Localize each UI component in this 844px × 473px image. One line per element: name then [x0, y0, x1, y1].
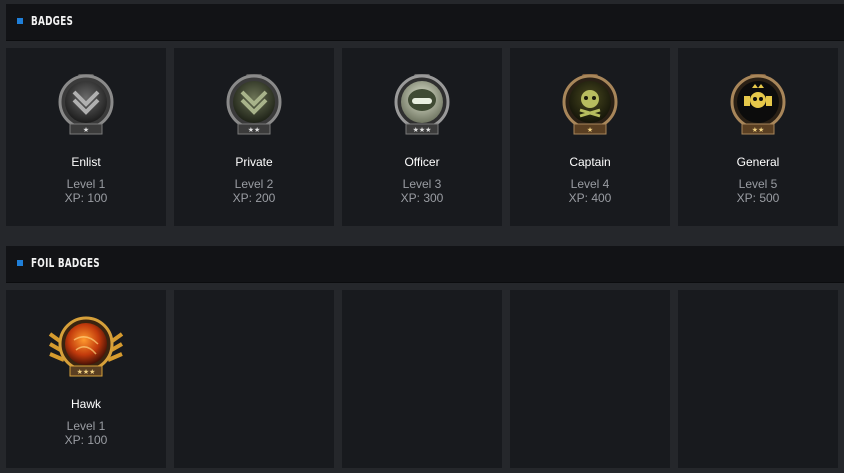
svg-text:★★★: ★★★ — [77, 368, 96, 376]
badge-name: Private — [235, 155, 273, 169]
badge-name: Captain — [569, 155, 611, 169]
badge-card-private[interactable]: ★★ Private Level 2 XP: 200 — [174, 48, 334, 226]
officer-medal-icon: ★★★ — [380, 72, 464, 144]
empty-badge-slot — [174, 290, 334, 468]
badge-level: Level 3 — [402, 177, 442, 191]
svg-text:★: ★ — [83, 126, 89, 134]
svg-text:★★: ★★ — [752, 126, 765, 134]
badge-name: General — [736, 155, 780, 169]
badge-xp: XP: 400 — [568, 191, 612, 205]
badge-level: Level 1 — [66, 419, 106, 433]
badge-xp: XP: 200 — [232, 191, 276, 205]
badge-level: Level 4 — [570, 177, 610, 191]
general-medal-icon: ★★ — [716, 72, 800, 144]
badge-card-captain[interactable]: ★ Captain Level 4 XP: 400 — [510, 48, 670, 226]
badge-card-enlist[interactable]: ★ Enlist Level 1 XP: 100 — [6, 48, 166, 226]
foil-badges-section-header: FOIL BADGES — [6, 246, 844, 283]
section-title: BADGES — [31, 14, 74, 28]
svg-text:★: ★ — [587, 126, 593, 134]
badges-section-header: BADGES — [6, 4, 844, 41]
hawk-foil-medal-icon: ★★★ — [44, 314, 128, 386]
badge-xp: XP: 300 — [400, 191, 444, 205]
section-bullet-icon — [17, 260, 23, 266]
empty-badge-slot — [342, 290, 502, 468]
badge-level: Level 5 — [738, 177, 778, 191]
empty-badge-slot — [510, 290, 670, 468]
badge-xp: XP: 500 — [736, 191, 780, 205]
captain-medal-icon: ★ — [548, 72, 632, 144]
badge-name: Hawk — [70, 397, 101, 411]
badge-name: Officer — [404, 155, 440, 169]
badge-xp: XP: 100 — [64, 191, 108, 205]
svg-text:★★★: ★★★ — [413, 126, 432, 134]
badge-name: Enlist — [71, 155, 101, 169]
badge-level: Level 1 — [66, 177, 106, 191]
private-medal-icon: ★★ — [212, 72, 296, 144]
svg-text:★★: ★★ — [248, 126, 261, 134]
section-title: FOIL BADGES — [31, 256, 100, 270]
badge-level: Level 2 — [234, 177, 274, 191]
badge-card-general[interactable]: ★★ General Level 5 XP: 500 — [678, 48, 838, 226]
enlist-medal-icon: ★ — [44, 72, 128, 144]
badge-card-officer[interactable]: ★★★ Officer Level 3 XP: 300 — [342, 48, 502, 226]
foil-badge-card-hawk[interactable]: ★★★ Hawk Level 1 XP: 100 — [6, 290, 166, 468]
badge-xp: XP: 100 — [64, 433, 108, 447]
section-bullet-icon — [17, 18, 23, 24]
empty-badge-slot — [678, 290, 838, 468]
